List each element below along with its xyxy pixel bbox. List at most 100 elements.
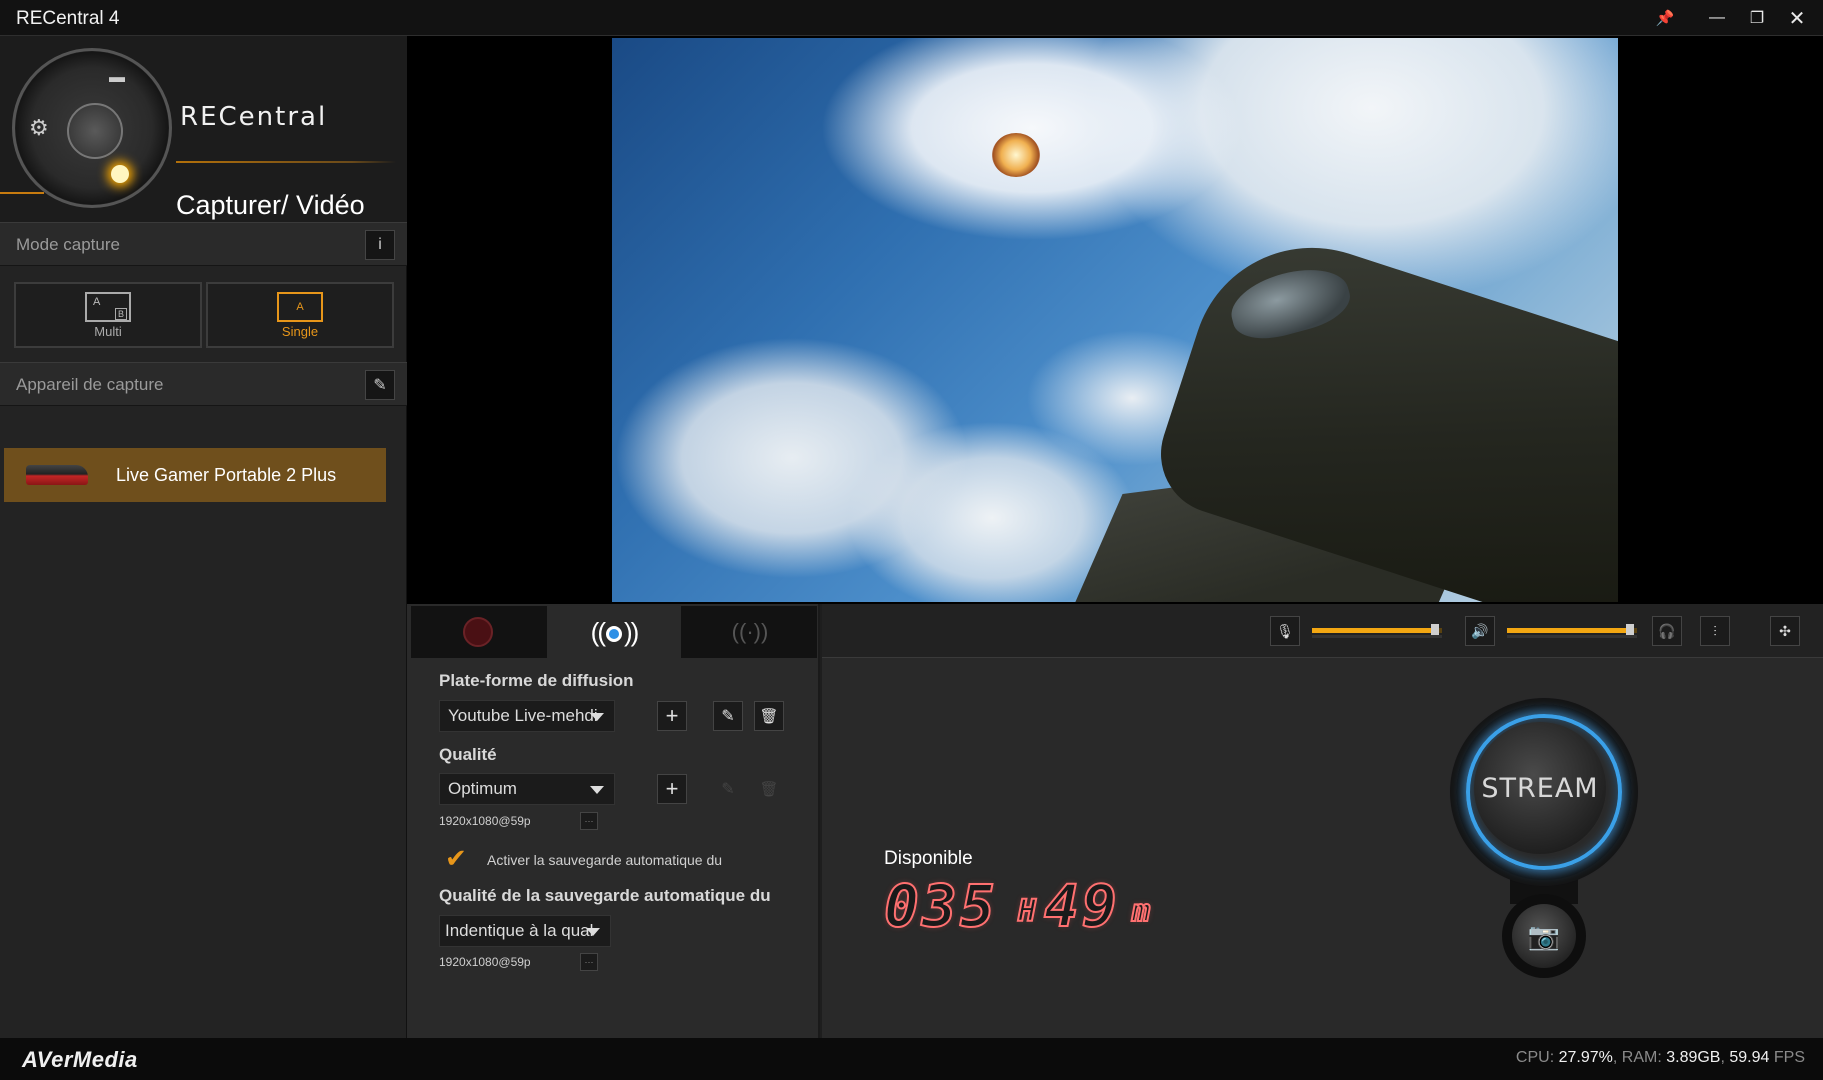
pin-icon[interactable]: 📌	[1648, 4, 1682, 32]
edit-platform-button[interactable]: ✎	[713, 701, 743, 731]
mode-single-button[interactable]: A Single	[206, 282, 394, 348]
device-name: Live Gamer Portable 2 Plus	[116, 464, 337, 485]
platform-label: Plate-forme de diffusion	[439, 671, 634, 690]
footer-logo-area: AVerMedia	[0, 1038, 407, 1080]
stream-settings-panel: (()) ((·)) Plate-forme de diffusion Yout…	[407, 604, 820, 1038]
quality-dropdown[interactable]: Optimum	[439, 773, 615, 805]
quality-details-button[interactable]: ···	[580, 812, 598, 830]
add-quality-button[interactable]: +	[657, 774, 687, 804]
quality-label: Qualité	[439, 745, 497, 764]
snapshot-button[interactable]: 📷	[1502, 894, 1586, 978]
cpu-label: CPU:	[1515, 1049, 1555, 1066]
edit-device-button[interactable]: ✎	[365, 370, 395, 400]
mixer-icon[interactable]: ⫶	[1700, 616, 1730, 646]
left-panel: ⚙ ▬ RECentral Capturer/ Vidéo Mode captu…	[0, 36, 407, 1038]
status-panel: 🎙 🔊 🎧 ⫶ ✣ Disponible 035 H 49 m STREAM 📷	[822, 604, 1823, 1038]
speaker-icon[interactable]: 🔊	[1465, 616, 1495, 646]
avermedia-logo: AVerMedia	[22, 1047, 138, 1072]
mic-icon[interactable]: 🎙	[1270, 616, 1300, 646]
delete-platform-button[interactable]: 🗑	[754, 701, 784, 731]
autosave-resolution: 1920x1080@59p	[439, 955, 531, 969]
accent-line	[0, 192, 44, 194]
gear-icon[interactable]: ⚙	[29, 115, 49, 141]
capture-mode-label: Mode capture	[16, 235, 120, 254]
minutes-unit: m	[1131, 893, 1151, 930]
mode-dial-area: ⚙ ▬ RECentral Capturer/ Vidéo	[0, 36, 407, 222]
tab-stream[interactable]: (())	[547, 606, 681, 658]
ram-value: 3.89GB	[1666, 1049, 1721, 1066]
single-mode-icon: A	[277, 291, 323, 322]
fullscreen-icon[interactable]: ✣	[1770, 616, 1800, 646]
autosave-label: Activer la sauvegarde automatique du	[487, 852, 723, 868]
app-window: RECentral 4 📌 — ❐ ✕ ⚙ ▬ RECentral Captur…	[0, 0, 1823, 1080]
device-thumbnail-icon	[26, 465, 88, 485]
add-platform-button[interactable]: +	[657, 701, 687, 731]
performance-readout: CPU: 27.97%, RAM: 3.89GB, 59.94 FPS	[1515, 1049, 1805, 1066]
ram-label: , RAM:	[1612, 1049, 1662, 1066]
video-preview[interactable]	[407, 36, 1823, 604]
mode-single-label: Single	[281, 323, 319, 339]
mode-multi-label: Multi	[94, 323, 122, 339]
window-title: RECentral 4	[16, 8, 120, 29]
capture-mode-options: A B Multi A Single	[14, 282, 394, 348]
platform-dropdown[interactable]: Youtube Live-mehdi	[439, 700, 615, 732]
device-list-item[interactable]: Live Gamer Portable 2 Plus	[4, 448, 386, 502]
tab-record[interactable]	[411, 606, 545, 658]
autosave-checkbox[interactable]: ✔	[445, 845, 467, 871]
minimize-button[interactable]: —	[1700, 4, 1734, 32]
audio-toolbar: 🎙 🔊 🎧 ⫶ ✣	[822, 604, 1823, 658]
tab-network[interactable]: ((·))	[683, 606, 817, 658]
speaker-volume-slider[interactable]	[1507, 624, 1637, 638]
available-minutes: 49	[1043, 871, 1120, 941]
fps-label: FPS	[1773, 1049, 1805, 1066]
network-icon: ((·))	[731, 619, 769, 644]
dial-led-indicator	[111, 165, 129, 183]
cpu-value: 27.97%	[1558, 1049, 1613, 1066]
multi-icon-a: A	[93, 295, 101, 308]
function-tabs: (()) ((·))	[411, 606, 817, 658]
explosion-graphic	[992, 133, 1040, 177]
delete-quality-button-disabled: 🗑	[759, 781, 779, 798]
hours-unit: H	[1017, 893, 1037, 930]
multi-icon-b: B	[114, 307, 127, 320]
title-bar: RECentral 4 📌 — ❐ ✕	[0, 0, 1823, 36]
mode-multi-button[interactable]: A B Multi	[14, 282, 202, 348]
chevron-down-icon	[586, 928, 600, 936]
camera-icon: 📷	[1512, 904, 1576, 968]
capture-device-header: Appareil de capture ✎	[0, 362, 407, 406]
mic-volume-slider[interactable]	[1312, 624, 1442, 638]
close-button[interactable]: ✕	[1780, 4, 1814, 32]
capture-device-label: Appareil de capture	[16, 375, 164, 394]
chevron-down-icon	[590, 713, 604, 721]
autosave-quality-dropdown[interactable]: Indentique à la qual	[439, 915, 611, 947]
stream-button[interactable]: STREAM	[1456, 704, 1632, 880]
brand-logo: RECentral	[180, 102, 328, 132]
folder-icon[interactable]: ▬	[109, 69, 125, 87]
video-frame	[612, 38, 1618, 602]
capture-mode-header: Mode capture i	[0, 222, 407, 266]
mode-dial[interactable]: ⚙ ▬	[12, 48, 172, 208]
platform-value: Youtube Live-mehdi	[448, 706, 598, 725]
edit-quality-button-disabled: ✎	[721, 781, 735, 798]
multi-mode-icon: A B	[85, 291, 131, 322]
available-hours: 035	[883, 871, 998, 941]
mode-title: Capturer/ Vidéo	[176, 190, 365, 220]
autosave-quality-label: Qualité de la sauvegarde automatique du	[439, 886, 771, 905]
brand-divider	[176, 161, 396, 163]
stream-icon: (())	[590, 616, 640, 647]
headphone-icon[interactable]: 🎧	[1652, 616, 1682, 646]
single-icon-a: A	[296, 300, 304, 313]
info-button[interactable]: i	[365, 230, 395, 260]
autosave-quality-value: Indentique à la qual	[445, 921, 594, 940]
available-label: Disponible	[884, 848, 973, 869]
restore-button[interactable]: ❐	[1740, 4, 1774, 32]
chevron-down-icon	[590, 786, 604, 794]
quality-value: Optimum	[448, 779, 517, 798]
record-icon	[463, 617, 493, 647]
autosave-details-button[interactable]: ···	[580, 953, 598, 971]
stream-label: STREAM	[1474, 722, 1606, 854]
fps-value: 59.94	[1729, 1049, 1770, 1066]
status-bar: CPU: 27.97%, RAM: 3.89GB, 59.94 FPS	[407, 1038, 1823, 1080]
dial-center-icon[interactable]	[67, 103, 123, 159]
quality-resolution: 1920x1080@59p	[439, 814, 531, 828]
